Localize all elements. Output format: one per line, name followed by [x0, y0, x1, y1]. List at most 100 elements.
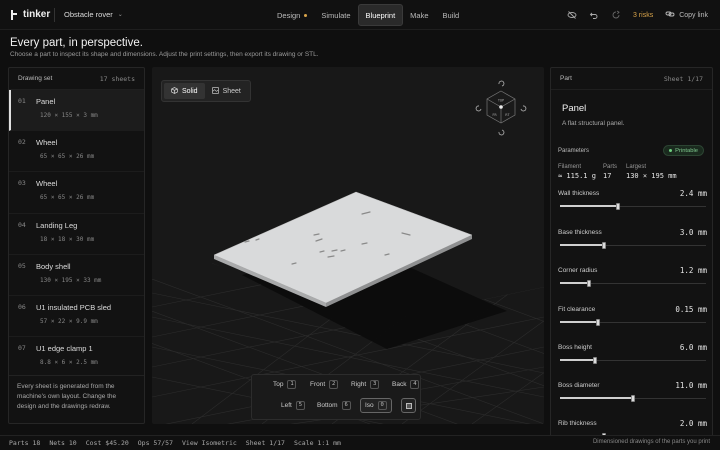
tab-simulate[interactable]: Simulate — [314, 4, 357, 26]
divider — [54, 8, 55, 22]
brand-logo[interactable]: tinker — [10, 9, 50, 20]
rotate-left-icon — [475, 105, 482, 112]
rotate-down-icon — [498, 129, 505, 136]
slider-handle[interactable] — [631, 395, 635, 402]
sheet-item-landing-leg[interactable]: 04 Landing Leg 18 × 18 × 30 mm — [9, 214, 144, 255]
tab-label: Blueprint — [365, 10, 396, 20]
printable-badge: Printable — [663, 145, 704, 156]
main-nav: Design Simulate Blueprint Make Build — [270, 4, 466, 26]
perspective-icon — [405, 402, 412, 409]
sheet-item-edge-clamp[interactable]: 07 U1 edge clamp 1 8.8 × 6 × 2.5 mm — [9, 337, 144, 378]
param-slider[interactable] — [560, 280, 706, 287]
view-label: Left — [281, 402, 292, 409]
sheet-number: 01 — [18, 97, 26, 105]
param-slider[interactable] — [560, 357, 706, 364]
param-slider[interactable] — [560, 203, 706, 210]
slider-handle[interactable] — [616, 203, 621, 210]
view-right-button[interactable]: Right 3 — [351, 380, 380, 389]
top-bar: tinker Obstacle rover ⌄ Design Simulate … — [0, 0, 720, 30]
part-inspector: Part Sheet 1/17 Panel A flat structural … — [550, 67, 713, 438]
sheet-dimensions: 57 × 22 × 9.9 mm — [40, 317, 98, 325]
slider-handle[interactable] — [593, 357, 598, 364]
perspective-toggle[interactable] — [401, 398, 416, 413]
slider-fill — [560, 244, 604, 246]
sheet-indicator: Sheet 1/17 — [663, 74, 703, 83]
rotate-up-icon — [498, 80, 505, 87]
slider-handle[interactable] — [595, 319, 600, 326]
param-slider[interactable] — [560, 242, 706, 249]
view-label: Right — [351, 381, 367, 388]
view-top-button[interactable]: Top 1 — [273, 380, 297, 389]
sheet-dimensions: 120 × 155 × 3 mm — [40, 112, 98, 119]
status-dot-icon — [669, 149, 673, 152]
stat-value: 130 × 195 mm — [626, 172, 677, 180]
viewcube-face-top: TOP — [498, 99, 504, 103]
tinker-logo-icon — [10, 9, 19, 20]
slider-handle[interactable] — [601, 242, 606, 249]
sheet-name: U1 insulated PCB sled — [36, 302, 112, 312]
stat-label: Parts — [603, 164, 618, 170]
part-title: Panel — [562, 103, 587, 114]
tab-design[interactable]: Design — [270, 4, 314, 26]
cube-icon — [171, 86, 178, 96]
3d-viewport[interactable]: Solid Sheet TOP FR RT Top 1 Front 2 Right 3… — [152, 67, 544, 424]
project-selector[interactable]: Obstacle rover ⌄ — [64, 10, 123, 19]
sheet-dimensions: 65 × 65 × 26 mm — [40, 153, 95, 161]
copy-link-button[interactable]: Copy link — [665, 9, 708, 21]
mode-sheet[interactable]: Sheet — [205, 83, 248, 99]
risks-indicator[interactable]: 3 risks — [633, 12, 653, 19]
status-label: Printable — [675, 147, 698, 154]
stat-largest: Largest 130 × 195 mm — [626, 164, 677, 180]
param-label: Boss diameter — [558, 382, 600, 389]
shortcut-key: 3 — [370, 380, 380, 389]
shortcut-key: 5 — [295, 401, 305, 410]
tab-blueprint[interactable]: Blueprint — [357, 4, 404, 26]
tab-label: Simulate — [321, 10, 351, 20]
redo-icon[interactable] — [611, 10, 621, 20]
sheet-item-body-shell[interactable]: 05 Body shell 130 × 195 × 33 mm — [9, 255, 144, 296]
mode-solid[interactable]: Solid — [164, 83, 205, 99]
drawing-set-label: Drawing set — [18, 75, 53, 82]
sheet-name: Body shell — [36, 261, 71, 271]
sheet-number: 05 — [18, 261, 26, 270]
param-value: 11.0 mm — [675, 381, 707, 390]
slider-handle[interactable] — [587, 280, 592, 287]
param-label: Wall thickness — [558, 190, 600, 197]
param-value: 0.15 mm — [675, 305, 707, 314]
view-iso-button[interactable]: Iso 0 — [360, 398, 392, 413]
stat-value: 17 — [603, 172, 612, 180]
sheet-item-panel[interactable]: 01 Panel 120 × 155 × 3 mm — [9, 90, 144, 132]
view-front-button[interactable]: Front 2 — [310, 380, 339, 389]
view-label: Top — [273, 381, 284, 388]
view-back-button[interactable]: Back 4 — [392, 380, 420, 389]
undo-icon[interactable] — [589, 10, 599, 20]
stat-label: Largest — [626, 164, 647, 170]
eye-off-icon[interactable] — [567, 10, 577, 20]
sheet-name: Wheel — [36, 138, 58, 148]
shortcut-key: 1 — [287, 380, 297, 389]
view-left-button[interactable]: Left 5 — [281, 401, 305, 410]
sheet-item-wheel-2[interactable]: 03 Wheel 65 × 65 × 26 mm — [9, 172, 144, 214]
param-fit-clearance: Fit clearance 0.15 mm — [558, 305, 707, 336]
view-label: Front — [310, 381, 326, 388]
sheet-item-wheel[interactable]: 02 Wheel 65 × 65 × 26 mm — [9, 131, 144, 173]
sheet-dimensions: 18 × 18 × 30 mm — [40, 235, 95, 243]
sheet-item-pcb-sled[interactable]: 06 U1 insulated PCB sled 57 × 22 × 9.9 mm — [9, 296, 144, 338]
param-slider[interactable] — [560, 395, 706, 402]
sheet-name: Landing Leg — [36, 220, 78, 230]
tab-build[interactable]: Build — [436, 4, 467, 26]
drawing-set-panel: Drawing set 17 sheets 01 Panel 120 × 155 … — [8, 67, 145, 424]
view-bottom-button[interactable]: Bottom 6 — [317, 401, 351, 410]
tab-make[interactable]: Make — [403, 4, 435, 26]
render-mode-switch: Solid Sheet — [161, 80, 251, 102]
param-wall-thickness: Wall thickness 2.4 mm — [558, 189, 707, 220]
sheet-dimensions: 130 × 195 × 33 mm — [40, 276, 102, 284]
view-cube[interactable]: TOP FR RT — [474, 77, 528, 141]
param-value: 1.2 mm — [679, 266, 707, 275]
sheet-dimensions: 65 × 65 × 26 mm — [40, 194, 95, 202]
sheet-number: 06 — [18, 302, 26, 311]
part-header: Part Sheet 1/17 — [551, 68, 712, 90]
brand-name: tinker — [23, 9, 51, 20]
param-slider[interactable] — [560, 319, 706, 326]
status-parts: Parts 18 — [9, 439, 41, 447]
